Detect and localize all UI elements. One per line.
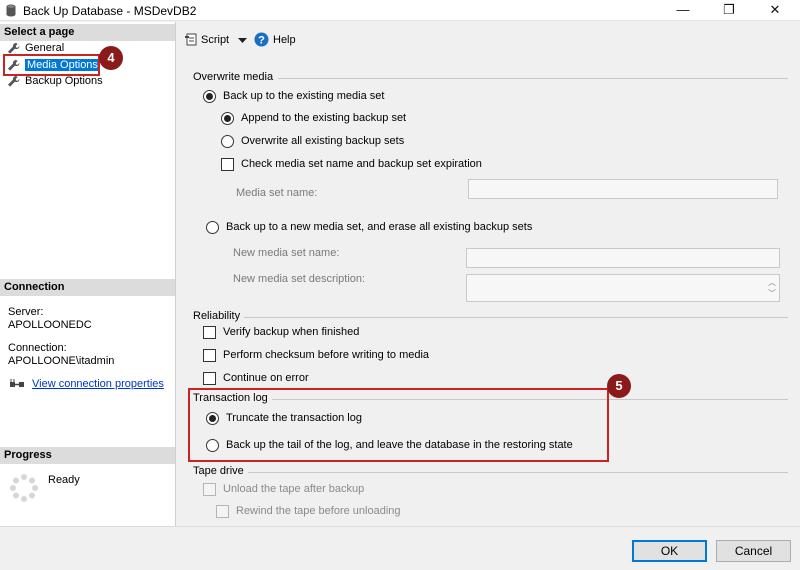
highlight-box-media-options	[3, 54, 100, 76]
radio-indicator	[206, 221, 219, 234]
radio-overwrite-backup-sets-label: Overwrite all existing backup sets	[241, 135, 405, 147]
view-connection-properties-link[interactable]: View connection properties	[32, 378, 164, 390]
checkbox-indicator	[203, 483, 216, 496]
new-media-set-name-field[interactable]	[466, 248, 780, 268]
radio-append-backup-set-label: Append to the existing backup set	[241, 112, 407, 124]
script-icon	[185, 33, 197, 46]
select-page-header: Select a page	[0, 24, 175, 41]
connection-icon	[10, 379, 24, 387]
title-bar: Back Up Database - MSDevDB2 — ❐ ✕	[0, 0, 800, 21]
progress-header: Progress	[0, 447, 175, 464]
tape-drive-title: Tape drive	[193, 465, 244, 477]
checkbox-indicator	[203, 372, 216, 385]
step-badge-4: 4	[99, 46, 123, 70]
new-media-set-name-label: New media set name:	[233, 247, 340, 259]
reliability-title: Reliability	[193, 310, 241, 322]
ok-button[interactable]: OK	[632, 540, 707, 562]
page-backup-options[interactable]: Backup Options	[5, 74, 103, 89]
content-area: Overwrite media Back up to the existing …	[176, 56, 800, 526]
checkbox-continue-on-error-label: Continue on error	[223, 372, 309, 384]
checkbox-rewind-tape-label: Rewind the tape before unloading	[236, 505, 401, 517]
checkbox-verify-backup-label: Verify backup when finished	[223, 326, 360, 338]
toolbar: Script ? Help	[176, 22, 800, 56]
overwrite-media-divider	[278, 78, 788, 79]
overwrite-media-title: Overwrite media	[193, 71, 274, 83]
step-badge-5: 5	[607, 374, 631, 398]
minimize-button[interactable]: —	[660, 0, 706, 21]
media-set-name-label: Media set name:	[236, 187, 318, 199]
help-icon: ?	[254, 32, 269, 47]
checkbox-perform-checksum-label: Perform checksum before writing to media	[223, 349, 430, 361]
cancel-button[interactable]: Cancel	[716, 540, 791, 562]
checkbox-indicator	[216, 505, 229, 518]
window-title: Back Up Database - MSDevDB2	[23, 4, 197, 18]
checkbox-indicator	[203, 349, 216, 362]
server-label: Server:	[8, 306, 44, 318]
server-value: APOLLOONEDC	[8, 319, 92, 331]
new-media-set-description-label: New media set description:	[233, 273, 366, 285]
maximize-button[interactable]: ❐	[706, 0, 752, 21]
tape-drive-divider	[248, 472, 788, 473]
checkbox-unload-tape-label: Unload the tape after backup	[223, 483, 365, 495]
page-backup-options-label: Backup Options	[25, 75, 103, 87]
connection-label: Connection:	[8, 342, 67, 354]
progress-status: Ready	[48, 474, 80, 486]
checkbox-check-media-name-label: Check media set name and backup set expi…	[241, 158, 482, 170]
scroll-up-icon[interactable]: ︿	[767, 278, 777, 288]
media-set-name-field[interactable]	[468, 179, 778, 199]
script-button[interactable]: Script	[184, 32, 229, 48]
chevron-down-icon[interactable]	[238, 38, 247, 43]
script-label: Script	[201, 34, 230, 46]
connection-value: APOLLOONE\itadmin	[8, 355, 115, 367]
radio-existing-media-set-label: Back up to the existing media set	[223, 90, 385, 102]
checkbox-indicator	[221, 158, 234, 171]
highlight-box-transaction-log	[188, 388, 609, 462]
left-panel: Select a page General Media Options Back…	[0, 22, 176, 526]
radio-indicator	[221, 112, 234, 125]
scroll-down-icon[interactable]: ﹀	[767, 289, 777, 299]
progress-spinner-icon	[10, 474, 38, 502]
svg-text:?: ?	[258, 35, 265, 47]
radio-new-media-set-label: Back up to a new media set, and erase al…	[226, 221, 533, 233]
help-button[interactable]: ? Help	[254, 32, 296, 48]
wrench-icon	[8, 75, 20, 87]
radio-indicator	[221, 135, 234, 148]
checkbox-indicator	[203, 326, 216, 339]
radio-indicator	[203, 90, 216, 103]
reliability-divider	[244, 317, 788, 318]
new-media-set-description-field[interactable]: ︿ ﹀	[466, 274, 780, 302]
page-general-label: General	[25, 42, 65, 54]
dialog-footer: OK Cancel	[0, 526, 800, 570]
database-icon	[6, 4, 16, 17]
close-button[interactable]: ✕	[752, 0, 798, 21]
connection-header: Connection	[0, 279, 175, 296]
help-label: Help	[273, 34, 296, 46]
